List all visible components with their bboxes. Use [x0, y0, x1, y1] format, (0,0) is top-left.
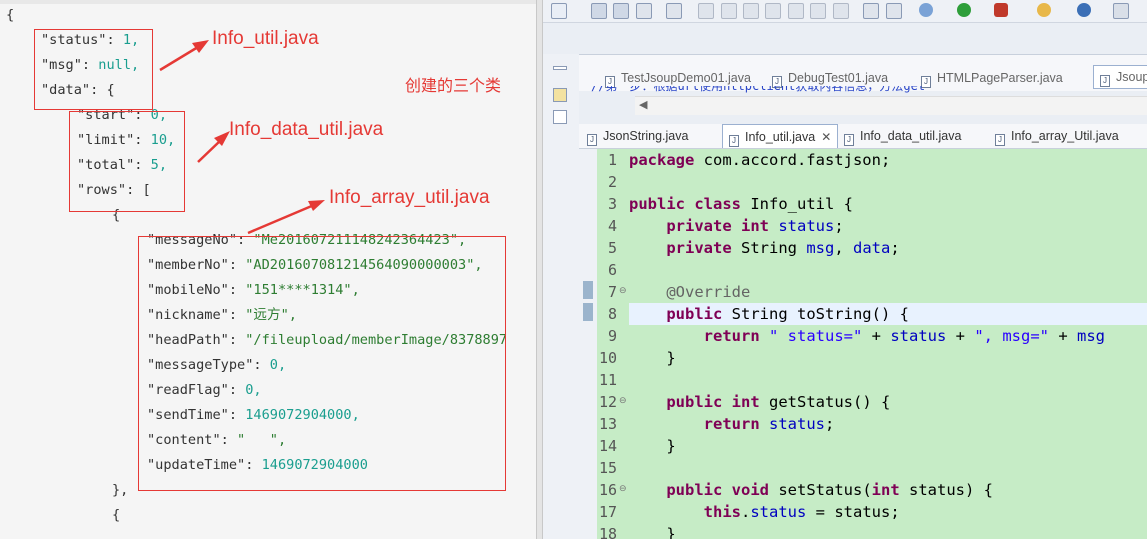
tab-info-array-util[interactable]: J Info_array_Util.java [995, 124, 1119, 148]
json-line: { [112, 507, 121, 523]
line-number: 4 [607, 217, 617, 235]
close-tab-icon[interactable]: ✕ [821, 130, 831, 144]
tab-info-data-util[interactable]: J Info_data_util.java [844, 124, 961, 148]
horizontal-scrollbar[interactable]: ◀ [635, 96, 1147, 115]
panel-divider[interactable] [536, 0, 543, 539]
package-explorer-icon[interactable] [553, 88, 567, 102]
info-data-util-box [69, 111, 185, 212]
java-file-icon: J [995, 134, 1005, 146]
line-number: 5 [607, 239, 617, 257]
ide-toolbar [543, 0, 1147, 23]
save-icon[interactable] [591, 3, 607, 19]
fold-toggle-icon[interactable]: ⊖ [619, 396, 627, 406]
hierarchy-icon[interactable] [553, 110, 567, 124]
resume-icon[interactable] [698, 3, 714, 19]
code-line: } [629, 349, 676, 367]
code-line: } [629, 437, 676, 455]
terminate-icon[interactable] [743, 3, 759, 19]
new-java-project-icon[interactable] [1037, 3, 1051, 17]
skip-breakpoints-icon[interactable] [666, 3, 682, 19]
code-line: public String toString() { [629, 303, 1147, 325]
step-over-icon[interactable] [810, 3, 826, 19]
new-package-icon[interactable] [1077, 3, 1091, 17]
line-numbers: 1 2 3 4 5 6 7 ⊖ 8 9 10 11 12 ⊖ 13 14 15 16 ⊖ 17 18 [597, 149, 629, 539]
tab-info-util[interactable]: J Info_util.java ✕ [722, 124, 839, 148]
fold-toggle-icon[interactable]: ⊖ [619, 286, 627, 296]
disconnect-icon[interactable] [765, 3, 781, 19]
info-util-box [34, 29, 153, 110]
line-number: 18 [598, 525, 617, 539]
json-viewer-panel: {"status": 1, "msg": null, "data": {"start… [0, 0, 536, 539]
run-external-icon[interactable] [994, 3, 1008, 17]
step-return-icon[interactable] [833, 3, 849, 19]
code-line: package com.accord.fastjson; [629, 151, 891, 169]
line-number: 15 [598, 459, 617, 477]
editor-ruler [579, 149, 597, 539]
code-line: return status; [703, 415, 835, 433]
line-number: 7 [607, 283, 617, 301]
json-viewer-topbar [0, 0, 536, 4]
java-file-icon: J [729, 135, 739, 147]
scrolled-code-line: //第一步：根据url使用httpclient获取内容信息，方法get [591, 86, 926, 93]
info-array-util-box [138, 236, 506, 491]
new-class-icon[interactable] [1113, 3, 1129, 19]
scroll-left-arrow-icon[interactable]: ◀ [639, 98, 647, 111]
line-number: 8 [607, 305, 617, 323]
json-line: { [6, 7, 15, 23]
tab-jsonstring[interactable]: J JsonString.java [587, 124, 688, 148]
code-line: public class Info_util { [629, 195, 853, 213]
ide-window: J TestJsoupDemo01.java J DebugTest01.java … [543, 0, 1147, 539]
line-number: 6 [607, 261, 617, 279]
print-icon[interactable] [636, 3, 652, 19]
save-all-icon[interactable] [613, 3, 629, 19]
annotation-three-classes: 创建的三个类 [405, 76, 502, 95]
line-number: 1 [607, 151, 617, 169]
code-line: public void setStatus(int status) { [666, 481, 993, 499]
annotation-info-data-util: Info_data_util.java [229, 119, 384, 140]
code-line: return " status=" + status + ", msg=" + … [703, 327, 1105, 345]
code-line: } [629, 525, 676, 539]
step-into-icon[interactable] [788, 3, 804, 19]
run-icon[interactable] [957, 3, 971, 17]
line-number: 11 [598, 371, 617, 389]
drop-to-frame-icon[interactable] [863, 3, 879, 19]
line-number: 3 [607, 195, 617, 213]
java-file-icon: J [844, 134, 854, 146]
line-number: 2 [607, 173, 617, 191]
code-line: @Override [666, 283, 751, 301]
new-icon[interactable] [551, 3, 567, 19]
suspend-icon[interactable] [721, 3, 737, 19]
code-area[interactable]: package com.accord.fastjson; public class… [629, 149, 1147, 539]
line-number: 13 [598, 415, 617, 433]
ide-side-strip [543, 54, 579, 539]
line-number: 10 [598, 349, 617, 367]
line-number: 14 [598, 437, 617, 455]
code-line: this.status = status; [703, 503, 900, 521]
code-line: private String msg, data; [666, 239, 900, 257]
editor-tabs: J JsonString.java J Info_util.java ✕ J Info_… [579, 124, 1147, 149]
json-line: }, [112, 482, 129, 498]
override-marker [583, 281, 593, 299]
debug-icon[interactable] [919, 3, 933, 17]
use-step-filters-icon[interactable] [886, 3, 902, 19]
override-marker [583, 303, 593, 321]
line-number: 16 [598, 481, 617, 499]
code-line: public int getStatus() { [666, 393, 891, 411]
code-line: private int status; [666, 217, 844, 235]
line-number: 17 [598, 503, 617, 521]
code-editor[interactable]: 1 2 3 4 5 6 7 ⊖ 8 9 10 11 12 ⊖ 13 14 15 16 ⊖ 17 18 package c… [579, 149, 1147, 539]
fold-toggle-icon[interactable]: ⊖ [619, 484, 627, 494]
minimize-icon[interactable] [553, 66, 567, 70]
line-number: 9 [607, 327, 617, 345]
java-file-icon: J [587, 134, 597, 146]
annotation-info-util: Info_util.java [212, 28, 319, 49]
line-number: 12 [598, 393, 617, 411]
annotation-info-array-util: Info_array_util.java [329, 187, 490, 208]
